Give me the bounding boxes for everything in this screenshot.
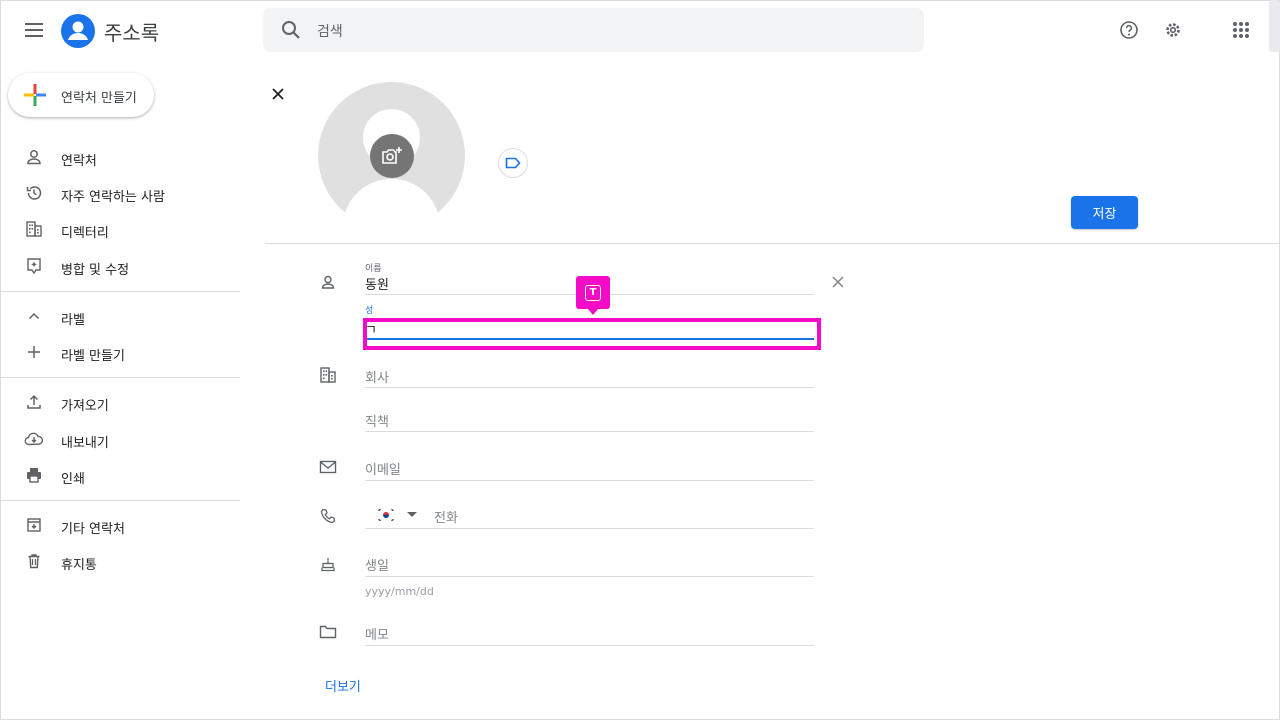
contacts-logo-icon — [61, 14, 95, 48]
birthday-field[interactable]: 생일 — [365, 548, 814, 577]
search-input[interactable]: 검색 — [317, 21, 343, 41]
add-photo-icon[interactable] — [370, 134, 414, 178]
first-name-value: 동원 — [365, 278, 389, 293]
merge-fix-icon — [24, 256, 44, 276]
sidebar-item-label: 자주 연락하는 사람 — [61, 190, 165, 205]
text-marker-icon: T — [576, 276, 610, 315]
cake-icon — [318, 554, 338, 574]
company-placeholder: 회사 — [365, 371, 389, 386]
sidebar-item-label: 연락처 — [61, 154, 97, 169]
highlight-box — [363, 318, 821, 350]
person-icon — [24, 147, 44, 167]
clear-icon[interactable] — [828, 272, 848, 292]
notes-field[interactable]: 메모 — [365, 617, 814, 646]
phone-icon — [318, 506, 338, 526]
note-icon — [318, 622, 338, 642]
first-name-label: 이름 — [365, 264, 382, 274]
cloud-download-icon — [24, 429, 44, 449]
chevron-up-icon — [24, 306, 44, 326]
help-icon[interactable] — [1117, 18, 1141, 42]
sidebar-item-label: 기타 연락처 — [61, 522, 125, 537]
company-field[interactable]: 회사 — [365, 360, 814, 388]
email-field[interactable]: 이메일 — [365, 452, 814, 481]
sidebar-item-label: 병합 및 수정 — [61, 263, 130, 278]
building-icon — [24, 219, 44, 239]
sidebar-item-label: 인쇄 — [61, 472, 85, 487]
sidebar-divider — [0, 291, 240, 292]
trash-icon — [24, 551, 44, 571]
sidebar-item-label: 라벨 — [61, 313, 85, 328]
apps-grid-icon[interactable] — [1229, 18, 1253, 42]
sidebar-item-label: 라벨 만들기 — [61, 349, 125, 364]
last-name-label: 성 — [365, 306, 374, 316]
settings-icon[interactable] — [1161, 18, 1185, 42]
job-title-field[interactable]: 직책 — [365, 404, 814, 432]
birthday-placeholder: 생일 — [365, 559, 389, 574]
upload-icon — [24, 392, 44, 412]
sidebar-item-label: 디렉터리 — [61, 226, 109, 241]
header-divider — [265, 243, 1280, 244]
sidebar-item-label: 가져오기 — [61, 399, 109, 414]
sidebar-item-contacts[interactable]: 연락처 — [0, 144, 240, 174]
scrollbar[interactable] — [1269, 0, 1280, 52]
plus-icon — [24, 342, 44, 362]
search-bar[interactable]: 검색 — [263, 8, 924, 52]
sidebar-item-create-label[interactable]: 라벨 만들기 — [0, 339, 240, 369]
label-tag-icon[interactable] — [498, 148, 528, 178]
menu-icon[interactable] — [22, 18, 46, 42]
search-icon[interactable] — [279, 18, 303, 42]
job-title-placeholder: 직책 — [365, 415, 389, 430]
sidebar-item-labels[interactable]: 라벨 — [0, 303, 240, 333]
history-icon — [24, 183, 44, 203]
birthday-hint: yyyy/mm/dd — [365, 585, 434, 598]
marker-glyph: T — [585, 284, 601, 301]
building-icon — [318, 365, 338, 385]
sidebar-item-label: 내보내기 — [61, 436, 109, 451]
sidebar-item-merge-fix[interactable]: 병합 및 수정 — [0, 253, 240, 283]
person-icon — [318, 272, 338, 292]
avatar-shoulders — [343, 179, 440, 229]
sidebar-item-other-contacts[interactable]: 기타 연락처 — [0, 512, 240, 542]
create-contact-label: 연락처 만들기 — [61, 91, 137, 106]
archive-icon — [24, 515, 44, 535]
email-icon — [318, 457, 338, 477]
notes-placeholder: 메모 — [365, 628, 389, 643]
email-placeholder: 이메일 — [365, 463, 401, 478]
show-more-link[interactable]: 더보기 — [325, 676, 361, 695]
save-button[interactable]: 저장 — [1071, 196, 1138, 229]
sidebar-item-export[interactable]: 내보내기 — [0, 426, 240, 456]
sidebar-item-directory[interactable]: 디렉터리 — [0, 216, 240, 246]
sidebar-item-trash[interactable]: 휴지통 — [0, 548, 240, 578]
sidebar-divider — [0, 500, 240, 501]
sidebar-item-label: 휴지통 — [61, 558, 97, 573]
sidebar-item-frequent[interactable]: 자주 연락하는 사람 — [0, 180, 240, 210]
sidebar-item-print[interactable]: 인쇄 — [0, 462, 240, 492]
create-contact-button[interactable]: 연락처 만들기 — [8, 73, 154, 117]
sidebar-item-import[interactable]: 가져오기 — [0, 389, 240, 419]
close-icon[interactable] — [268, 84, 288, 104]
sidebar-divider — [0, 377, 240, 378]
phone-field[interactable]: 전화 — [365, 500, 814, 529]
print-icon — [24, 465, 44, 485]
phone-placeholder: 전화 — [434, 511, 458, 526]
plus-icon — [23, 83, 47, 107]
app-title: 주소록 — [104, 21, 160, 45]
